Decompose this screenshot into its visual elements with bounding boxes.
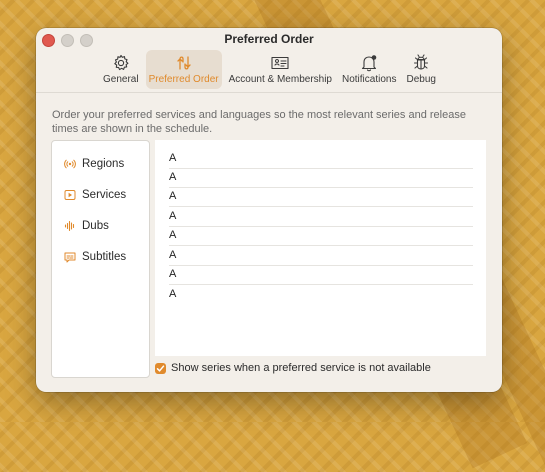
sidebar-item-regions-label: Regions: [82, 158, 125, 170]
tab-notifications-label: Notifications: [342, 74, 397, 85]
window-title: Preferred Order: [224, 32, 314, 46]
title-bar: Preferred Order General Preferred Order: [36, 28, 502, 92]
tab-notifications[interactable]: Notifications: [339, 50, 399, 89]
sidebar-item-dubs-label: Dubs: [82, 220, 109, 232]
captions-icon: [64, 252, 76, 263]
list-item[interactable]: A: [169, 168, 473, 188]
list-item[interactable]: A: [169, 149, 473, 169]
reorder-arrows-icon: [176, 56, 191, 70]
show-unavailable-option[interactable]: Show series when a preferred service is …: [155, 362, 431, 374]
list-item[interactable]: A: [169, 226, 473, 246]
preferred-order-list: A A A A A A A A: [155, 140, 486, 356]
toolbar-divider: [36, 92, 502, 93]
sidebar-item-subtitles-label: Subtitles: [82, 251, 127, 263]
order-category-sidebar: Regions Services Dubs Subtitles: [51, 140, 150, 378]
sidebar-item-regions[interactable]: Regions: [64, 158, 124, 170]
sidebar-item-subtitles[interactable]: Subtitles: [64, 251, 126, 263]
checkmark-icon: [156, 364, 165, 372]
list-item[interactable]: A: [169, 265, 473, 285]
sidebar-item-services-label: Services: [82, 189, 127, 201]
tab-general-label: General: [103, 74, 139, 85]
id-card-icon: [271, 56, 289, 70]
tab-general[interactable]: General: [100, 50, 142, 89]
bell-icon: [362, 55, 377, 72]
preferred-order-description: Order your preferred services and langua…: [52, 109, 466, 135]
list-item[interactable]: A: [169, 246, 473, 266]
tab-account-membership[interactable]: Account & Membership: [226, 50, 335, 89]
show-unavailable-label: Show series when a preferred service is …: [171, 362, 431, 374]
bug-icon: [414, 54, 429, 70]
tab-preferred-order-label: Preferred Order: [148, 74, 219, 85]
preferences-window: Preferred Order General Preferred Order: [36, 28, 502, 392]
tab-preferred-order[interactable]: Preferred Order: [145, 50, 222, 89]
list-item[interactable]: A: [169, 207, 473, 227]
waveform-icon: [64, 220, 75, 232]
tab-account-membership-label: Account & Membership: [228, 74, 332, 85]
broadcast-icon: [64, 159, 76, 169]
play-icon: [64, 190, 76, 200]
list-item[interactable]: A: [169, 187, 473, 207]
sidebar-item-dubs[interactable]: Dubs: [64, 220, 109, 232]
preferences-toolbar: General Preferred Order Account & Member…: [100, 50, 439, 89]
tab-debug-label: Debug: [406, 74, 436, 85]
show-unavailable-checkbox[interactable]: [155, 362, 166, 374]
gear-icon: [114, 54, 129, 71]
sidebar-item-services[interactable]: Services: [64, 189, 126, 201]
list-item[interactable]: A: [169, 285, 473, 304]
tab-debug[interactable]: Debug: [403, 50, 438, 89]
